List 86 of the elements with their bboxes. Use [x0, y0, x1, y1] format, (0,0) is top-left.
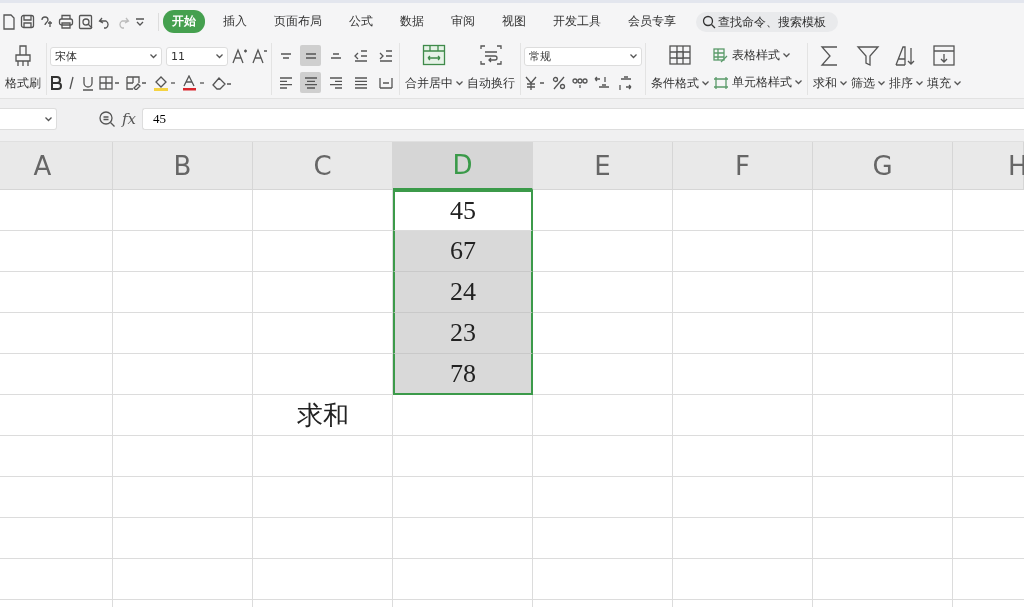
- align-bottom-icon: [329, 52, 342, 59]
- dropdown-caret-icon: [150, 53, 157, 59]
- menu-tab[interactable]: 数据: [391, 10, 433, 33]
- merge-center-button[interactable]: 合并居中: [403, 43, 465, 95]
- italic-icon[interactable]: [67, 76, 77, 91]
- search-icon: [702, 14, 716, 29]
- menu-tab[interactable]: 会员专享: [619, 10, 685, 33]
- align-middle-button[interactable]: [300, 45, 321, 66]
- more-icon[interactable]: [134, 15, 146, 28]
- align-right-icon: [328, 76, 343, 89]
- sum-button[interactable]: 求和: [811, 43, 849, 95]
- bold-icon[interactable]: [50, 76, 62, 91]
- dropdown-caret-icon: [878, 81, 885, 86]
- dropdown-caret-icon: [702, 81, 709, 86]
- fill-button[interactable]: 填充: [925, 43, 963, 95]
- align-indent-icon: [378, 49, 393, 62]
- dropdown-caret-icon: [630, 53, 637, 59]
- table-style-button[interactable]: 表格样式: [711, 47, 804, 64]
- dropdown-caret-icon: [216, 53, 223, 59]
- align-center-button[interactable]: [300, 72, 321, 93]
- align-distributed-icon: [378, 76, 393, 89]
- filter-icon: [856, 44, 880, 68]
- save-icon[interactable]: [20, 14, 35, 29]
- sort-button[interactable]: 排序: [887, 43, 925, 95]
- font-size-select[interactable]: 11: [166, 46, 228, 66]
- thousands-separator-icon[interactable]: [572, 76, 588, 91]
- align-outdent-icon: [353, 49, 368, 62]
- column-header[interactable]: C: [253, 142, 393, 190]
- search-field[interactable]: 查找命令、搜索模板: [696, 11, 838, 32]
- menu-tab[interactable]: 视图: [493, 10, 535, 33]
- align-top-icon: [279, 52, 292, 59]
- table-cell[interactable]: 67: [393, 231, 533, 272]
- table-cell[interactable]: 求和: [253, 395, 393, 436]
- borders-icon[interactable]: [99, 76, 121, 91]
- menu-tab[interactable]: 公式: [340, 10, 382, 33]
- menu-tab[interactable]: 插入: [214, 10, 256, 33]
- number-format-select[interactable]: 常规: [524, 46, 642, 66]
- print-icon[interactable]: [58, 14, 74, 29]
- menu-tab[interactable]: 页面布局: [265, 10, 331, 33]
- underline-icon[interactable]: [82, 75, 94, 91]
- dropdown-caret-icon: [795, 80, 802, 86]
- column-header[interactable]: E: [533, 142, 673, 190]
- decrease-font-icon[interactable]: [252, 48, 268, 65]
- font-name-select[interactable]: 宋体: [50, 46, 162, 66]
- align-justify-icon: [353, 76, 368, 89]
- table-cell[interactable]: 23: [393, 313, 533, 354]
- dropdown-caret-icon: [840, 81, 847, 86]
- function-label: fx: [122, 110, 136, 128]
- filter-button[interactable]: 筛选: [849, 43, 887, 95]
- merge-cells-icon: [422, 44, 446, 66]
- cell-style-button[interactable]: 单元格样式: [711, 75, 804, 91]
- new-file-icon[interactable]: [2, 13, 16, 30]
- wrap-text-icon: [479, 44, 503, 66]
- print-preview-icon[interactable]: [78, 13, 94, 30]
- align-middle-icon: [304, 52, 317, 59]
- font-color-icon[interactable]: [182, 75, 206, 92]
- cell-border-icon: [713, 75, 729, 90]
- column-header[interactable]: G: [813, 142, 953, 190]
- currency-icon[interactable]: [524, 76, 546, 91]
- column-header[interactable]: F: [673, 142, 813, 190]
- increase-font-icon[interactable]: [232, 48, 248, 65]
- fill-down-icon: [932, 44, 956, 68]
- table-brush-icon: [713, 47, 729, 64]
- wrap-text-button[interactable]: 自动换行: [465, 43, 517, 95]
- table-cell[interactable]: 78: [393, 354, 533, 395]
- menu-tab[interactable]: 审阅: [442, 10, 484, 33]
- zoom-icon[interactable]: [98, 110, 116, 128]
- formula-field[interactable]: 45: [142, 108, 1024, 130]
- align-center-icon: [303, 76, 318, 89]
- column-header[interactable]: A: [0, 142, 113, 190]
- dropdown-caret-icon: [916, 81, 923, 86]
- table-grid-icon: [668, 44, 692, 66]
- menu-tab[interactable]: 开发工具: [544, 10, 610, 33]
- fill-color-icon[interactable]: [153, 75, 177, 92]
- align-left-icon: [278, 76, 293, 89]
- format-painter-button[interactable]: 格式刷: [3, 43, 43, 95]
- dropdown-caret-icon: [456, 81, 463, 86]
- dropdown-caret-icon: [783, 53, 790, 59]
- dropdown-caret-icon: [954, 81, 961, 86]
- table-cell[interactable]: 45: [393, 190, 533, 231]
- table-cell[interactable]: 24: [393, 272, 533, 313]
- dropdown-caret-icon: [45, 116, 52, 122]
- conditional-format-button[interactable]: 条件格式: [649, 43, 711, 95]
- percent-icon[interactable]: [552, 76, 566, 91]
- column-header[interactable]: B: [113, 142, 253, 190]
- brush-icon: [13, 44, 33, 68]
